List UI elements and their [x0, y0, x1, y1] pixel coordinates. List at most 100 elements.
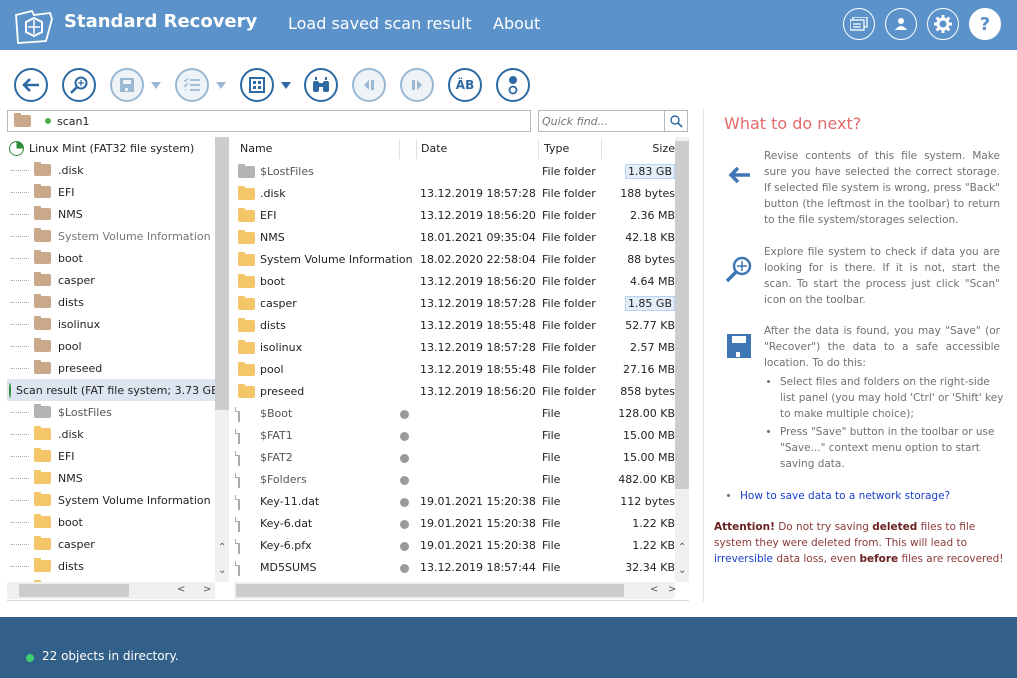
- prev-button[interactable]: [352, 68, 386, 102]
- tree-node[interactable]: casper: [7, 269, 229, 291]
- list-horizontal-scrollbar[interactable]: [234, 582, 675, 599]
- scroll-down-icon[interactable]: ⌄: [218, 565, 226, 576]
- column-separator[interactable]: [416, 139, 417, 159]
- list-row[interactable]: casper 13.12.2019 18:57:28 File folder 1.85…: [234, 293, 689, 315]
- tree-node[interactable]: NMS: [7, 203, 229, 225]
- find-button[interactable]: [304, 68, 338, 102]
- settings-button[interactable]: [927, 8, 959, 40]
- tree-node-label: $LostFiles: [58, 405, 112, 419]
- tree-node[interactable]: isolinux: [7, 313, 229, 335]
- view-dropdown-caret[interactable]: [281, 82, 291, 89]
- list-row[interactable]: MD5SUMS 13.12.2019 18:57:44 File 32.34 KB: [234, 557, 689, 579]
- tree-node[interactable]: EFI: [7, 181, 229, 203]
- tree-node[interactable]: boot: [7, 247, 229, 269]
- list-row[interactable]: Key-6.pfx 19.01.2021 15:20:38 File 1.22 KB: [234, 535, 689, 557]
- scroll-left-icon[interactable]: <: [177, 584, 185, 595]
- tree-node-label: EFI: [58, 449, 75, 463]
- path-bar[interactable]: scan1: [7, 110, 531, 132]
- about-link[interactable]: About: [493, 14, 540, 33]
- back-button[interactable]: [14, 68, 48, 102]
- list-row[interactable]: Key-6.dat 19.01.2021 15:20:38 File 1.22 KB: [234, 513, 689, 535]
- tree-root-node[interactable]: Linux Mint (FAT32 file system): [7, 137, 229, 159]
- scroll-left-icon[interactable]: <: [650, 584, 658, 595]
- save-button[interactable]: [110, 68, 144, 102]
- tree-node-label: EFI: [58, 185, 75, 199]
- save-dropdown-caret[interactable]: [151, 82, 161, 89]
- network-storage-link[interactable]: How to save data to a network storage?: [740, 490, 950, 502]
- tree-node[interactable]: dists: [7, 291, 229, 313]
- list-row[interactable]: $FAT1 File 15.00 MB: [234, 425, 689, 447]
- tree-node[interactable]: .disk: [7, 423, 229, 445]
- tree-node[interactable]: .disk: [7, 159, 229, 181]
- load-saved-scan-link[interactable]: Load saved scan result: [288, 14, 472, 33]
- scan-button[interactable]: [62, 68, 96, 102]
- list-row[interactable]: $LostFiles File folder 1.83 GB: [234, 161, 689, 183]
- column-separator[interactable]: [538, 139, 539, 159]
- scroll-right-icon[interactable]: >: [668, 584, 676, 595]
- scroll-up-icon[interactable]: ⌃: [218, 542, 226, 553]
- tree-node[interactable]: preseed: [7, 357, 229, 379]
- charset-button[interactable]: ÄB: [448, 68, 482, 102]
- help-button[interactable]: ?: [969, 8, 1001, 40]
- list-row[interactable]: $Boot File 128.00 KB: [234, 403, 689, 425]
- tree-node[interactable]: dists: [7, 555, 229, 577]
- tree-node[interactable]: System Volume Information: [7, 489, 229, 511]
- mark-dropdown-caret[interactable]: [216, 82, 226, 89]
- account-button[interactable]: [885, 8, 917, 40]
- file-list: Name Date Type Size $LostFiles File folde…: [234, 137, 689, 582]
- column-separator[interactable]: [399, 139, 400, 159]
- scroll-down-icon[interactable]: ⌄: [678, 565, 686, 576]
- floppy-disk-icon: [727, 334, 751, 358]
- list-row[interactable]: $Folders File 482.00 KB: [234, 469, 689, 491]
- column-type[interactable]: Type: [544, 142, 569, 155]
- tree-root-node[interactable]: Scan result (FAT file system; 3.73 GB in: [7, 379, 229, 401]
- quick-find-button[interactable]: [664, 111, 687, 131]
- list-row[interactable]: EFI 13.12.2019 18:56:20 File folder 2.36 MB: [234, 205, 689, 227]
- next-button[interactable]: [400, 68, 434, 102]
- list-row[interactable]: NMS 18.01.2021 09:35:04 File folder 42.18 K…: [234, 227, 689, 249]
- info-button[interactable]: [496, 68, 530, 102]
- list-row[interactable]: pool 13.12.2019 18:55:48 File folder 27.16 …: [234, 359, 689, 381]
- list-vscroll-thumb[interactable]: [675, 141, 689, 489]
- tree-node[interactable]: casper: [7, 533, 229, 555]
- column-name[interactable]: Name: [240, 142, 272, 155]
- tree-horizontal-scrollbar[interactable]: < >: [7, 582, 215, 599]
- tree-vertical-scrollbar[interactable]: ⌃ ⌄: [215, 137, 229, 582]
- file-type: File folder: [542, 385, 596, 398]
- quick-find-input[interactable]: [539, 111, 664, 131]
- file-size: 188 bytes: [620, 187, 675, 200]
- scroll-right-icon[interactable]: >: [203, 584, 211, 595]
- file-size: 1.22 KB: [632, 539, 675, 552]
- tree-node[interactable]: boot: [7, 511, 229, 533]
- tree-node[interactable]: $LostFiles: [7, 401, 229, 423]
- column-separator[interactable]: [601, 139, 602, 159]
- tree-node[interactable]: EFI: [7, 445, 229, 467]
- tree-node[interactable]: System Volume Information: [7, 225, 229, 247]
- folder-icon: [34, 426, 51, 440]
- list-row[interactable]: preseed 13.12.2019 18:56:20 File folder 858…: [234, 381, 689, 403]
- list-row[interactable]: Key-11.dat 19.01.2021 15:20:38 File 112 byt…: [234, 491, 689, 513]
- list-row[interactable]: isolinux 13.12.2019 18:57:28 File folder 2.…: [234, 337, 689, 359]
- tree-node[interactable]: pool: [7, 335, 229, 357]
- column-size[interactable]: Size: [652, 142, 675, 155]
- attention-text: Do not try saving: [774, 521, 873, 533]
- list-row[interactable]: dists 13.12.2019 18:55:48 File folder 52.77…: [234, 315, 689, 337]
- subscriptions-button[interactable]: [843, 8, 875, 40]
- list-row[interactable]: System Volume Information 18.02.2020 22:5…: [234, 249, 689, 271]
- column-date[interactable]: Date: [421, 142, 447, 155]
- list-vertical-scrollbar[interactable]: ⌃ ⌄: [675, 137, 689, 582]
- tree-vscroll-thumb[interactable]: [215, 137, 229, 410]
- tree-hscroll-thumb[interactable]: [19, 584, 129, 597]
- list-row[interactable]: .disk 13.12.2019 18:57:28 File folder 188 b…: [234, 183, 689, 205]
- tree-node[interactable]: NMS: [7, 467, 229, 489]
- folder-icon: [34, 404, 51, 418]
- scroll-up-icon[interactable]: ⌃: [678, 542, 686, 553]
- file-date: 13.12.2019 18:57:28: [420, 297, 536, 310]
- irreversible-link[interactable]: irreversible: [714, 553, 773, 565]
- folder-icon: [34, 470, 51, 484]
- list-row[interactable]: $FAT2 File 15.00 MB: [234, 447, 689, 469]
- list-row[interactable]: boot 13.12.2019 18:56:20 File folder 4.64 M…: [234, 271, 689, 293]
- list-hscroll-thumb[interactable]: [236, 584, 624, 597]
- mark-button[interactable]: [175, 68, 209, 102]
- view-button[interactable]: [240, 68, 274, 102]
